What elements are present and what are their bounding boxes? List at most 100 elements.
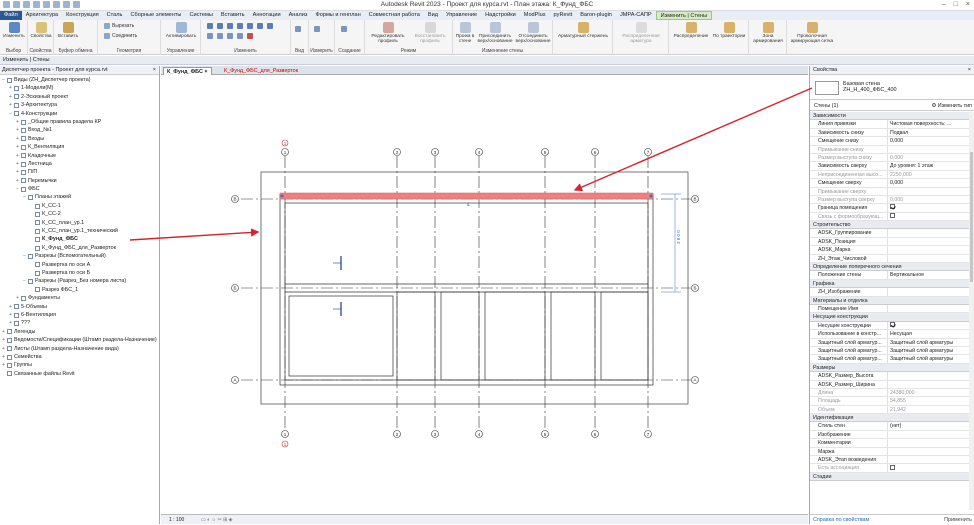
property-row[interactable]: Граница помещения xyxy=(810,204,974,213)
property-row[interactable]: Примыкание сверху xyxy=(810,187,974,196)
property-row[interactable]: Защитный слой арматур... Защитный слой ар… xyxy=(810,338,974,347)
modify-tools[interactable] xyxy=(207,23,273,29)
ribbon-tab[interactable]: Изменить | Стены xyxy=(655,11,713,20)
property-row[interactable]: ADSK_Этап возведения xyxy=(810,456,974,465)
move-icon[interactable] xyxy=(237,23,243,29)
trim-icon[interactable] xyxy=(267,23,273,29)
ribbon-tab[interactable]: Сборные элементы xyxy=(126,11,185,20)
property-section[interactable]: Идентификация xyxy=(810,414,974,423)
minimize-icon[interactable]: – xyxy=(942,1,946,8)
property-row[interactable]: Помещение Имя xyxy=(810,304,974,314)
property-row[interactable]: ADSK_Размер_Высота xyxy=(810,372,974,381)
property-row[interactable]: ZH_Изображение xyxy=(810,288,974,297)
scale-label[interactable]: 1 : 100 xyxy=(169,517,184,523)
property-row[interactable]: Защитный слой арматур... Защитный слой ар… xyxy=(810,355,974,364)
property-row[interactable]: Примыкание снизу xyxy=(810,145,974,154)
property-value[interactable]: 0,000 xyxy=(888,137,966,144)
browser-item[interactable]: + К_Вентиляция xyxy=(0,143,159,151)
path-button[interactable]: По траектории xyxy=(711,22,747,39)
property-value[interactable]: Подвал xyxy=(888,129,966,136)
property-value[interactable] xyxy=(888,431,966,438)
property-value[interactable]: Несущая xyxy=(888,330,966,337)
browser-item[interactable]: + Кладочные xyxy=(0,152,159,160)
rotate-icon[interactable] xyxy=(257,23,263,29)
browser-item[interactable]: Разрез ФБС_1 xyxy=(0,286,159,294)
properties-scrollbar[interactable] xyxy=(969,112,974,510)
distributed-rebar-button[interactable]: Распределенная арматура xyxy=(615,22,667,44)
ribbon-tab[interactable]: Совместная работа xyxy=(365,11,424,20)
property-value[interactable]: 0,000 xyxy=(888,154,966,161)
browser-item[interactable]: −4-Конструкции xyxy=(0,110,159,118)
browser-item[interactable]: + Лестница xyxy=(0,160,159,168)
property-row[interactable]: Маржа xyxy=(810,447,974,457)
property-row[interactable]: Площадь 54,855 xyxy=(810,397,974,406)
browser-item[interactable]: + Вход_№1 xyxy=(0,126,159,134)
property-row[interactable]: ZH_Этаж_Числовой xyxy=(810,254,974,264)
browser-item[interactable]: + Семейства xyxy=(0,353,159,361)
property-value[interactable] xyxy=(888,188,966,195)
browser-item[interactable]: К_Фунд_ФБС xyxy=(0,235,159,243)
edit-type-button[interactable]: ⚙ Изменить тип xyxy=(931,103,972,109)
property-value[interactable]: Защитный слой арматуры xyxy=(888,339,966,346)
property-value[interactable] xyxy=(888,238,966,245)
area-rebar-button[interactable]: Зона армирования xyxy=(751,22,785,44)
browser-item[interactable]: К_СС-2 xyxy=(0,210,159,218)
attach-button[interactable]: Присоединить верх/основание xyxy=(477,22,513,44)
browser-item[interactable]: +5-Объемы xyxy=(0,303,159,311)
close-icon[interactable]: × xyxy=(153,66,156,75)
property-value[interactable] xyxy=(888,229,966,236)
pin-icon[interactable] xyxy=(237,33,243,39)
property-value[interactable]: 24380,000 xyxy=(888,389,966,396)
property-row[interactable]: Есть ассоциация xyxy=(810,464,974,473)
property-section[interactable]: Стадии xyxy=(810,472,974,482)
property-value[interactable] xyxy=(888,255,966,262)
split-icon[interactable] xyxy=(207,33,213,39)
join-button[interactable]: Соединить xyxy=(104,33,137,39)
scale-icon[interactable] xyxy=(227,33,233,39)
close-icon[interactable]: × xyxy=(968,66,971,75)
browser-item[interactable]: +1-Модели(М) xyxy=(0,84,159,92)
scrollbar-thumb[interactable] xyxy=(970,152,973,282)
offset-icon[interactable] xyxy=(217,23,223,29)
property-value[interactable]: 21,942 xyxy=(888,406,966,413)
browser-item[interactable]: +3-Архитектура xyxy=(0,101,159,109)
property-value[interactable]: Чистовая поверхность: ... xyxy=(888,120,966,127)
browser-item[interactable]: + П/П xyxy=(0,168,159,176)
property-row[interactable]: Зависимость снизу Подвал xyxy=(810,128,974,138)
property-value[interactable]: 0,000 xyxy=(888,179,966,186)
ribbon-tab[interactable]: Управление xyxy=(442,11,481,20)
property-checkbox[interactable] xyxy=(890,464,895,470)
property-value[interactable]: 0,000 xyxy=(888,196,966,203)
property-value[interactable]: (нет) xyxy=(888,422,966,429)
paste-button[interactable]: Вставить xyxy=(58,22,78,39)
ribbon-tab[interactable]: JMPA-САПР xyxy=(616,11,656,20)
browser-item[interactable]: +6-Вентиляция xyxy=(0,311,159,319)
browser-item[interactable]: Развертка по оси Б xyxy=(0,269,159,277)
property-row[interactable]: Смещение сверху 0,000 xyxy=(810,179,974,188)
property-value[interactable] xyxy=(888,305,966,312)
measure-tools[interactable] xyxy=(314,26,320,32)
property-value[interactable] xyxy=(888,288,966,295)
property-row[interactable]: Стиль стен (нет) xyxy=(810,422,974,431)
tab-view-secondary[interactable]: К_Фунд_ФБС_для_Разверток xyxy=(221,67,301,75)
property-value[interactable]: 54,855 xyxy=(888,397,966,404)
instance-filter[interactable]: Стены (1) xyxy=(814,103,838,109)
browser-item[interactable]: К_СС-1 xyxy=(0,202,159,210)
property-row[interactable]: Неприсоединенная высо... 2250,000 xyxy=(810,170,974,180)
ribbon-tab[interactable]: Формы и генплан xyxy=(311,11,364,20)
copy-icon[interactable] xyxy=(247,23,253,29)
property-row[interactable]: Использование в констр... Несущая xyxy=(810,330,974,339)
property-value[interactable] xyxy=(888,456,966,463)
fabric-button[interactable]: Проволочная армирующая сетка xyxy=(789,22,835,44)
property-row[interactable]: Несущие конструкции xyxy=(810,321,974,331)
property-row[interactable]: Защитный слой арматур... Защитный слой ар… xyxy=(810,346,974,356)
browser-item[interactable]: К_Фунд_ФБС_для_Разверток xyxy=(0,244,159,252)
property-section[interactable]: Несущие конструкции xyxy=(810,313,974,322)
drawing-canvas[interactable]: 11223344556677ВВББАА11 ⇅ 3 8 0 0 xyxy=(161,76,808,514)
property-row[interactable]: Комментарии xyxy=(810,439,974,448)
browser-item[interactable]: Связанные файлы Revit xyxy=(0,370,159,378)
view-tools[interactable] xyxy=(295,26,301,32)
browser-item[interactable]: + Группы xyxy=(0,361,159,369)
browser-item[interactable]: + Входы xyxy=(0,135,159,143)
property-row[interactable]: Зависимость сверху До уровня: 1 этаж xyxy=(810,162,974,171)
